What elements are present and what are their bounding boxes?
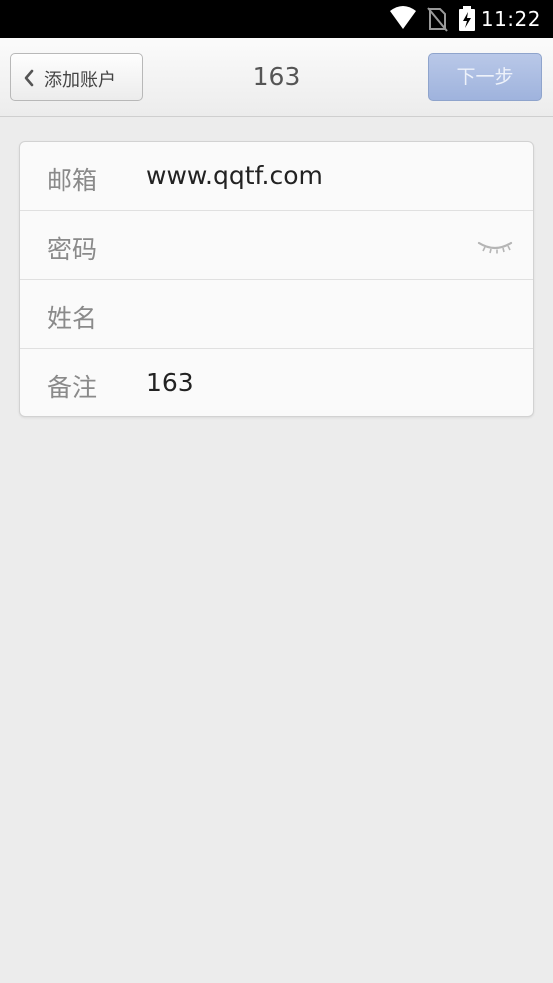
password-row: 密码 <box>20 211 533 280</box>
status-time: 11:22 <box>480 7 541 31</box>
next-button[interactable]: 下一步 <box>428 53 542 101</box>
status-bar: 11:22 <box>0 0 553 38</box>
name-row: 姓名 <box>20 280 533 349</box>
wifi-icon <box>390 6 416 29</box>
note-row: 备注 163 <box>20 349 533 418</box>
battery-charging-icon <box>459 6 475 31</box>
no-sim-icon <box>427 7 448 32</box>
note-field[interactable]: 163 <box>146 368 486 397</box>
note-label: 备注 <box>47 373 98 402</box>
email-row: 邮箱 www.qqtf.com <box>20 142 533 211</box>
email-field[interactable]: www.qqtf.com <box>146 161 486 190</box>
password-label: 密码 <box>47 235 98 264</box>
email-label: 邮箱 <box>47 166 98 195</box>
eye-closed-icon[interactable] <box>477 239 513 255</box>
navigation-bar: 添加账户 163 下一步 <box>0 38 553 117</box>
account-form: 邮箱 www.qqtf.com 密码 姓名 备注 163 <box>19 141 534 417</box>
name-label: 姓名 <box>47 304 98 333</box>
